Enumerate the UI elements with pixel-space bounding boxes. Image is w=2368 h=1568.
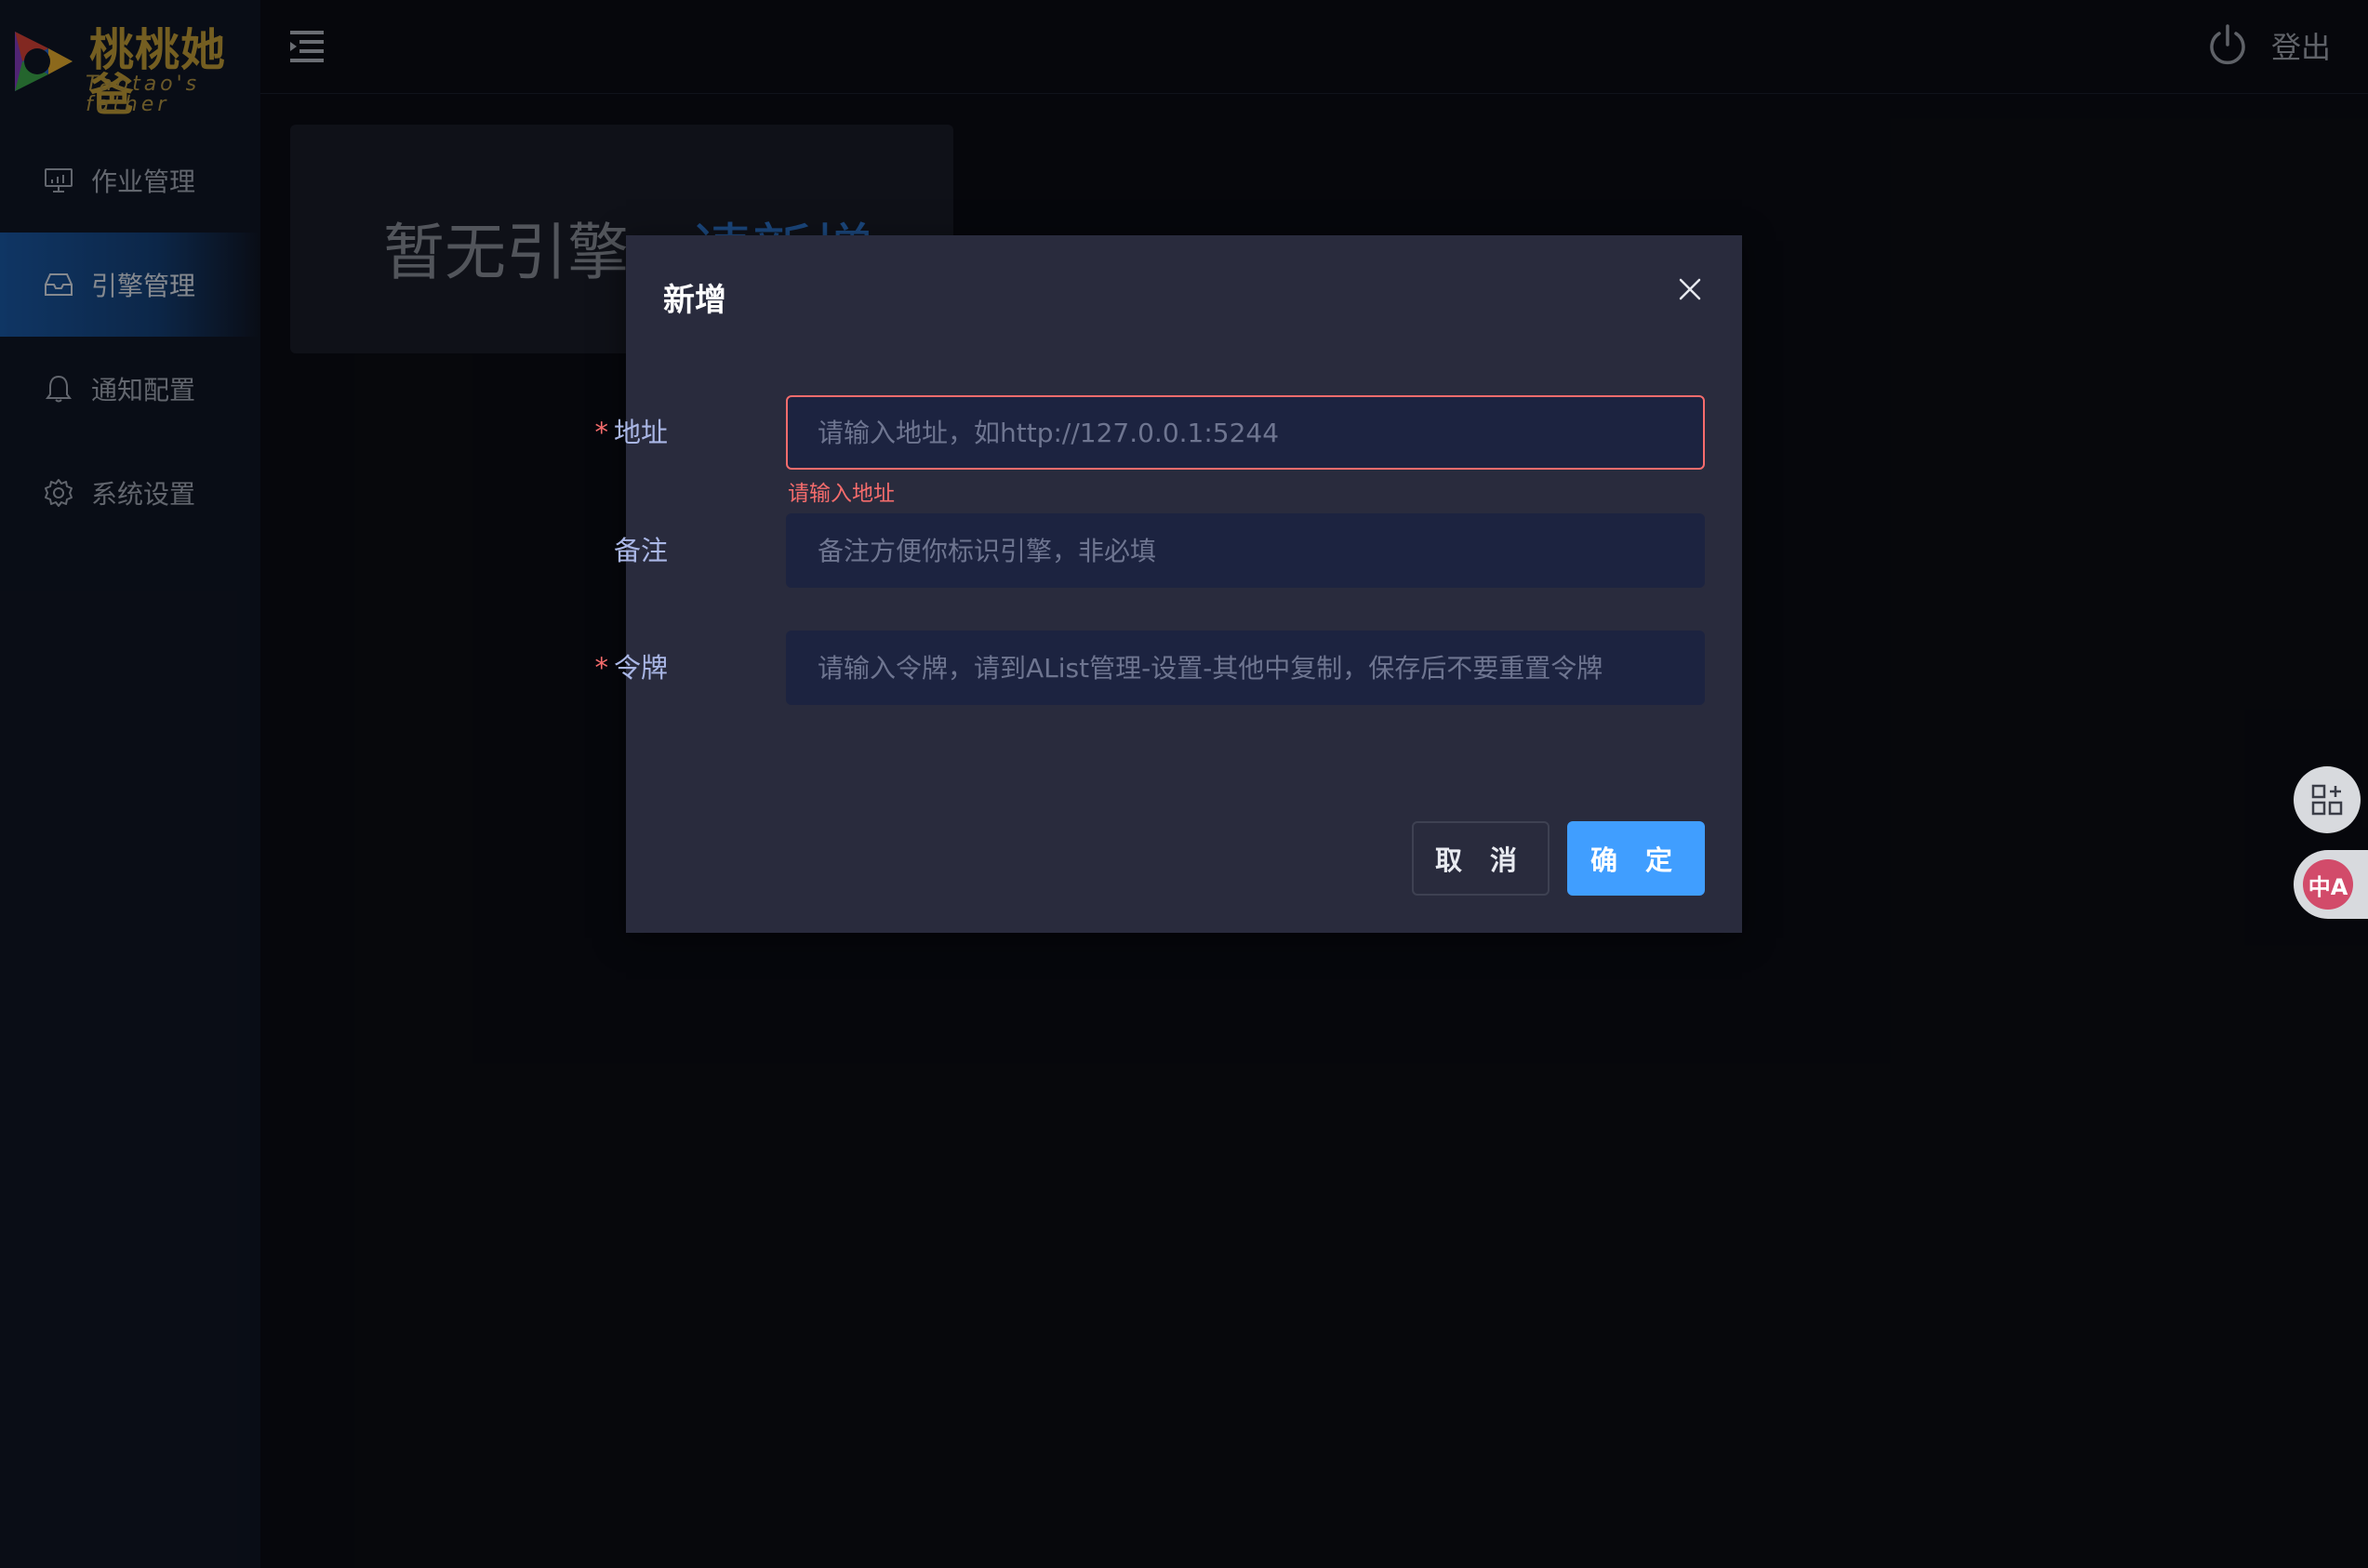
apps-add-icon [2311,784,2343,816]
translate-icon: 中A [2303,859,2353,910]
translate-widget[interactable]: 中A [2294,850,2368,919]
note-label-text: 备注 [613,535,668,566]
add-engine-dialog: 新增 *地址 请输入地址 备注 *令牌 取 消 确 定 [594,235,1742,933]
dialog-title: 新增 [663,282,726,319]
address-input[interactable] [786,395,1705,470]
token-input[interactable] [786,631,1705,705]
required-mark: * [594,652,608,684]
cancel-button[interactable]: 取 消 [1412,821,1550,896]
address-error-message: 请输入地址 [788,482,895,506]
note-input[interactable] [786,513,1705,588]
required-mark: * [594,417,608,448]
note-label: 备注 [482,513,668,588]
apps-widget-button[interactable] [2294,766,2361,833]
confirm-button[interactable]: 确 定 [1567,821,1705,896]
token-label-text: 令牌 [613,652,668,684]
token-label: * 令牌 [482,631,668,705]
address-label-text: 地址 [613,417,668,448]
address-label: * 地址 [482,395,668,470]
close-icon[interactable] [1677,276,1703,302]
